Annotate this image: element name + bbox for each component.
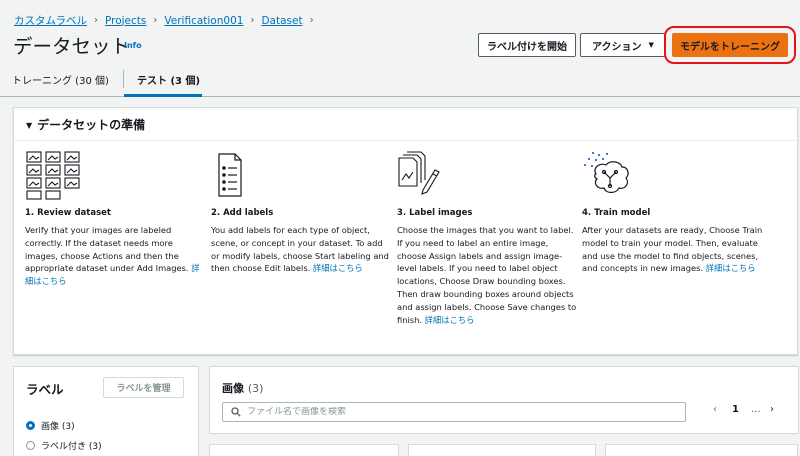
images-count: (3) xyxy=(247,382,264,395)
chevron-right-icon: › xyxy=(153,15,158,26)
actions-dropdown-button[interactable]: アクション ▼ xyxy=(580,33,666,57)
chevron-right-icon: › xyxy=(250,15,255,26)
radio-checked[interactable] xyxy=(26,421,35,430)
step-description: You add labels for each type of object, … xyxy=(211,224,393,275)
info-link[interactable]: Info xyxy=(124,41,142,50)
radio-unchecked[interactable] xyxy=(26,441,35,450)
learn-more-link[interactable]: 詳細はこちら xyxy=(313,263,363,273)
images-title: 画像 (3) xyxy=(222,380,263,396)
image-card[interactable] xyxy=(209,444,399,456)
tab-test[interactable]: テスト (3 個) xyxy=(137,72,200,87)
dataset-prep-title: データセットの準備 xyxy=(37,118,146,132)
breadcrumb-projects[interactable]: Projects xyxy=(105,15,146,27)
step-description: Choose the images that you want to label… xyxy=(397,224,579,326)
manage-labels-button[interactable]: ラベルを管理 xyxy=(103,377,184,398)
learn-more-link[interactable]: 詳細はこちら xyxy=(425,315,475,325)
image-card[interactable] xyxy=(605,444,798,456)
chevron-right-icon: › xyxy=(309,15,314,26)
breadcrumb-project[interactable]: Verification001 xyxy=(164,15,243,27)
pagination-prev-button[interactable]: ‹ xyxy=(713,404,717,415)
image-search-field[interactable] xyxy=(222,402,686,422)
filter-label: 画像 (3) xyxy=(41,422,75,432)
chevron-right-icon: › xyxy=(93,15,98,26)
step-description-text: Choose the images that you want to label… xyxy=(397,225,577,325)
step-description: After your datasets are ready, Choose Tr… xyxy=(582,224,764,275)
actions-label: アクション xyxy=(592,41,642,53)
pagination-next-button[interactable]: › xyxy=(770,404,774,415)
step-train-model: 4. Train model After your datasets are r… xyxy=(582,150,762,273)
pagination-ellipsis: ... xyxy=(751,404,761,415)
tab-divider xyxy=(123,70,124,88)
brain-model-icon xyxy=(584,152,629,194)
tab-bar xyxy=(0,66,800,97)
filter-label: ラベル付き (3) xyxy=(41,442,102,452)
step-add-labels: 2. Add labels You add labels for each ty… xyxy=(211,150,389,273)
step-label-images: 3. Label images Choose the images that y… xyxy=(397,150,576,325)
pagination-page-1[interactable]: 1 xyxy=(732,404,739,415)
step-review-dataset: 1. Review dataset Verify that your image… xyxy=(25,150,200,286)
dataset-prep-toggle[interactable]: ▼ データセットの準備 xyxy=(26,116,145,133)
active-tab-indicator xyxy=(124,94,202,97)
images-panel xyxy=(209,366,799,434)
image-card[interactable] xyxy=(408,444,596,456)
step-description: Verify that your images are labeled corr… xyxy=(25,224,207,288)
labels-title: ラベル xyxy=(26,382,64,397)
caret-down-icon: ▼ xyxy=(26,121,33,130)
filter-labeled[interactable]: ラベル付き (3) xyxy=(26,439,102,452)
page-title: データセット xyxy=(13,35,131,58)
label-images-icon xyxy=(398,151,440,195)
breadcrumb-dataset[interactable]: Dataset xyxy=(261,15,302,27)
search-input[interactable] xyxy=(247,407,667,417)
step-title: 2. Add labels xyxy=(211,208,274,218)
start-labeling-button[interactable]: ラベル付けを開始 xyxy=(478,33,576,57)
images-title-text: 画像 xyxy=(222,382,244,395)
step-title: 1. Review dataset xyxy=(25,208,111,218)
document-list-icon xyxy=(218,153,242,197)
train-model-button[interactable]: モデルをトレーニング xyxy=(672,33,788,57)
learn-more-link[interactable]: 詳細はこちら xyxy=(706,263,756,273)
filter-all-images[interactable]: 画像 (3) xyxy=(26,419,75,432)
step-title: 3. Label images xyxy=(397,208,473,218)
step-title: 4. Train model xyxy=(582,208,651,218)
tab-training[interactable]: トレーニング (30 個) xyxy=(12,72,109,87)
search-icon xyxy=(231,407,241,417)
breadcrumb: カスタムラベル › Projects › Verification001 › D… xyxy=(14,13,321,28)
step-description-text: Verify that your images are labeled corr… xyxy=(25,225,189,274)
caret-down-icon: ▼ xyxy=(648,41,654,49)
breadcrumb-custom-labels[interactable]: カスタムラベル xyxy=(14,13,87,28)
image-grid-icon xyxy=(26,151,80,200)
